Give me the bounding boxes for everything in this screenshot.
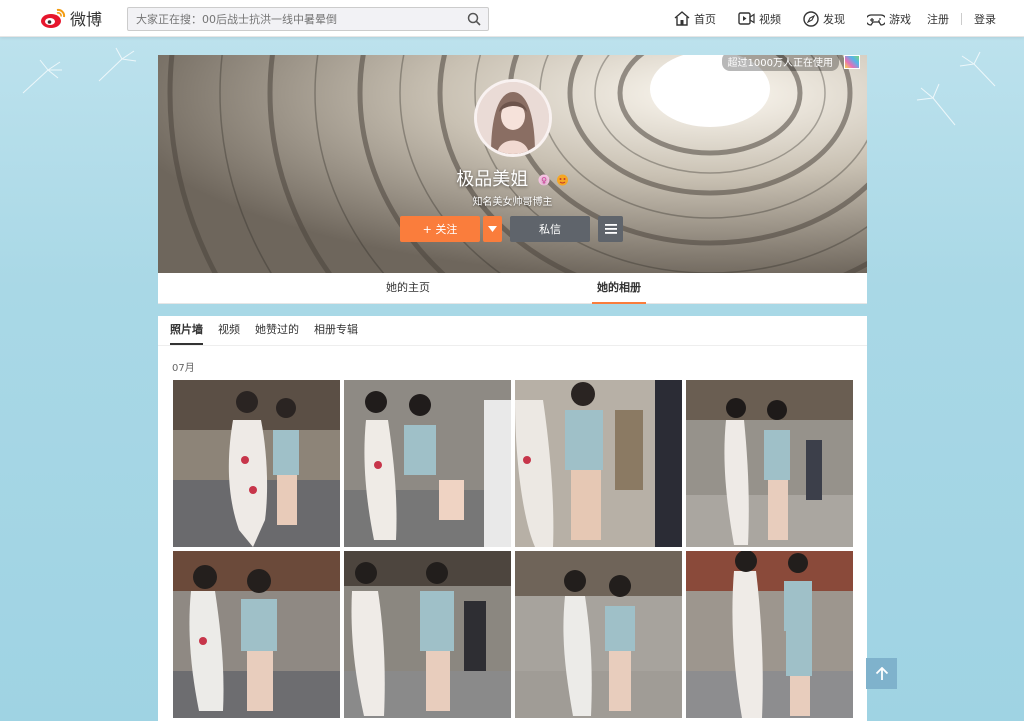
nav-discover-label: 发现 xyxy=(823,12,845,26)
dandelion-decoration xyxy=(22,59,62,94)
album-panel: 照片墙 视频 她赞过的 相册专辑 07月 xyxy=(158,316,867,721)
back-to-top-button[interactable] xyxy=(866,658,897,689)
caret-down-icon xyxy=(488,226,497,232)
photo-thumbnail[interactable] xyxy=(686,380,853,547)
nav-game-label: 游戏 xyxy=(889,12,911,26)
profile-tabs: 她的主页 她的相册 xyxy=(158,273,867,304)
brand-name: 微博 xyxy=(70,10,103,29)
search-input[interactable] xyxy=(128,12,460,26)
photo-image xyxy=(344,551,511,718)
username: 极品美姐 xyxy=(456,169,529,190)
video-icon xyxy=(738,12,755,25)
photo-image xyxy=(686,551,853,718)
photo-thumbnail[interactable] xyxy=(344,380,511,547)
photo-thumbnail[interactable] xyxy=(173,551,340,718)
user-badges: ♀ xyxy=(538,170,569,191)
usage-badge: 超过1000万人正在使用 xyxy=(721,55,839,71)
photo-image xyxy=(686,380,853,547)
menu-icon xyxy=(604,224,617,234)
nav-video-label: 视频 xyxy=(759,12,781,26)
divider xyxy=(961,12,962,25)
search-icon[interactable] xyxy=(460,8,488,30)
login-link[interactable]: 登录 xyxy=(974,11,996,27)
photo-thumbnail[interactable] xyxy=(515,551,682,718)
dandelion-decoration xyxy=(98,47,137,82)
game-icon xyxy=(867,13,885,26)
avatar-image xyxy=(477,82,549,154)
photo-image xyxy=(515,551,682,718)
profile-actions: + 关注 私信 xyxy=(400,216,623,242)
tab-home[interactable]: 她的主页 xyxy=(380,273,436,304)
weibo-logo-icon xyxy=(41,8,66,28)
avatar[interactable] xyxy=(474,79,552,157)
photo-image xyxy=(344,380,511,547)
photo-thumbnail[interactable] xyxy=(686,551,853,718)
subtab-albums[interactable]: 相册专辑 xyxy=(314,316,358,345)
compass-icon xyxy=(803,10,819,27)
level-badge-icon[interactable] xyxy=(556,174,569,186)
photo-image xyxy=(515,380,682,547)
vip-badge-icon[interactable]: ♀ xyxy=(538,174,550,186)
profile-cover: 超过1000万人正在使用 极品美姐 ♀ 知名美女帅哥博主 + 关注 私信 xyxy=(158,55,867,273)
photo-thumbnail[interactable] xyxy=(344,551,511,718)
photo-thumbnail[interactable] xyxy=(173,380,340,547)
photo-image xyxy=(173,380,340,547)
arrow-up-icon xyxy=(875,666,888,680)
dandelion-decoration xyxy=(959,51,996,87)
month-label: 07月 xyxy=(172,363,195,374)
photo-thumbnail[interactable] xyxy=(515,380,682,547)
home-icon xyxy=(674,11,690,26)
skin-palette-icon[interactable] xyxy=(844,55,860,69)
search-box xyxy=(127,7,489,31)
follow-dropdown-button[interactable] xyxy=(483,216,502,242)
nav-home-label: 首页 xyxy=(694,12,716,26)
follow-button[interactable]: + 关注 xyxy=(400,216,480,242)
profile-name-row: 极品美姐 ♀ xyxy=(158,165,867,191)
svg-text:♀: ♀ xyxy=(541,176,547,185)
album-subtabs: 照片墙 视频 她赞过的 相册专辑 xyxy=(158,316,867,346)
subtab-video[interactable]: 视频 xyxy=(218,316,240,345)
tab-album[interactable]: 她的相册 xyxy=(592,273,646,304)
subtab-photo-wall[interactable]: 照片墙 xyxy=(170,316,203,345)
nav-game[interactable]: 游戏 xyxy=(867,11,911,27)
weibo-logo[interactable]: 微博 xyxy=(40,6,102,30)
nav-video[interactable]: 视频 xyxy=(738,11,781,27)
account-links: 注册 登录 xyxy=(927,0,996,37)
more-menu-button[interactable] xyxy=(598,216,623,242)
profile-description: 知名美女帅哥博主 xyxy=(472,197,553,208)
nav-home[interactable]: 首页 xyxy=(674,11,716,27)
photo-image xyxy=(173,551,340,718)
nav-discover[interactable]: 发现 xyxy=(803,10,845,27)
register-link[interactable]: 注册 xyxy=(927,11,949,27)
message-button[interactable]: 私信 xyxy=(510,216,590,242)
subtab-liked[interactable]: 她赞过的 xyxy=(255,316,299,345)
top-navbar: 微博 首页 视频 发现 游戏 注册 登录 xyxy=(0,0,1024,37)
main-nav: 首页 视频 发现 游戏 xyxy=(674,0,933,37)
